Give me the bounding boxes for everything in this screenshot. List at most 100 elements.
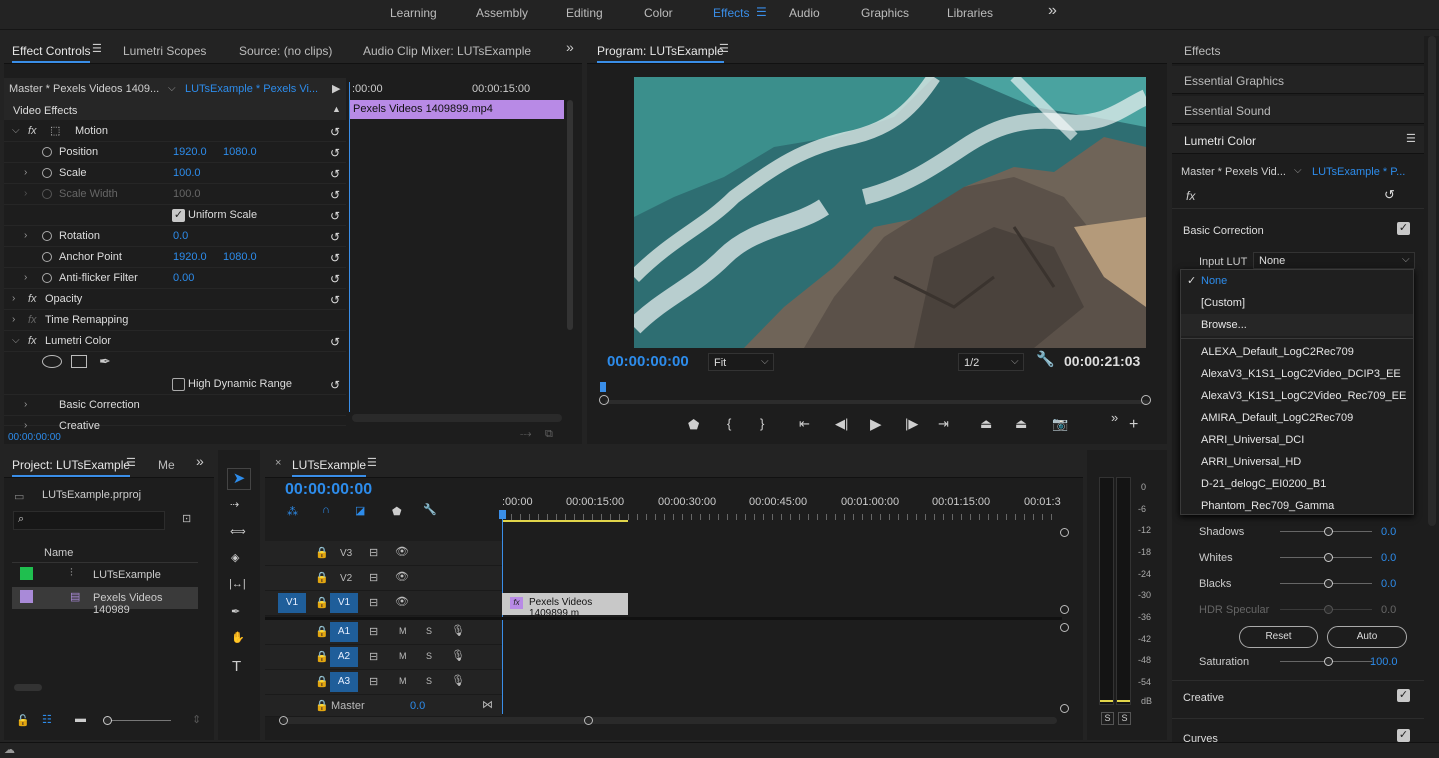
snap-icon[interactable]: ∩ <box>322 504 330 516</box>
mute-button[interactable]: M <box>399 626 407 636</box>
basic-correction-row[interactable]: › Basic Correction <box>4 395 346 416</box>
timeline-ruler[interactable]: :00:00 00:00:15:00 00:00:30:00 00:00:45:… <box>502 492 1062 524</box>
play-icon[interactable]: ▶ <box>870 415 882 433</box>
track-target-a3[interactable]: A3 <box>330 672 358 692</box>
time-remapping-row[interactable]: › fx Time Remapping <box>4 310 346 331</box>
shadows-value[interactable]: 0.0 <box>1381 526 1396 538</box>
mark-out-icon[interactable]: } <box>760 416 764 431</box>
lut-option[interactable]: AlexaV3_K1S1_LogC2Video_DCIP3_EE <box>1201 368 1401 380</box>
linked-selection-icon[interactable]: ◪ <box>355 504 365 517</box>
panel-menu-icon[interactable]: ☰ <box>719 42 729 55</box>
lut-option-browse-row[interactable]: Browse... <box>1181 314 1413 336</box>
lut-option-browse[interactable]: Browse... <box>1201 319 1247 331</box>
track-a2[interactable]: 🔒 A2 ⊟ M S 🎙 <box>265 645 502 670</box>
program-title[interactable]: Program: LUTsExample <box>597 44 724 63</box>
sync-lock-icon[interactable]: ⊟ <box>369 625 378 638</box>
panel-menu-icon[interactable]: ☰ <box>1406 132 1416 145</box>
eye-icon[interactable]: 👁 <box>395 570 409 583</box>
button-editor-icon[interactable]: + <box>1129 416 1138 434</box>
expand-icon[interactable]: ⌵ <box>12 125 20 136</box>
reset-icon[interactable]: ↺ <box>330 272 340 286</box>
rotation-value[interactable]: 0.0 <box>173 230 188 242</box>
tab-media[interactable]: Me <box>158 458 175 472</box>
input-lut-dropdown[interactable]: None ⌵ <box>1253 252 1415 269</box>
effects-panel-header[interactable]: Effects <box>1172 36 1424 64</box>
lock-icon[interactable]: 🔒 <box>315 571 329 584</box>
expand-icon[interactable]: ⌵ <box>12 335 20 346</box>
workspace-effects[interactable]: Effects <box>713 6 749 20</box>
lift-icon[interactable]: ⏏ <box>980 416 992 432</box>
timeline-title[interactable]: LUTsExample <box>292 458 367 477</box>
timeline-timecode[interactable]: 00:00:00:00 <box>285 481 372 499</box>
track-target-a2[interactable]: A2 <box>330 647 358 667</box>
panel-menu-icon[interactable]: ☰ <box>92 42 102 55</box>
track-target-v1[interactable]: V1 <box>330 593 358 613</box>
master-clip-label[interactable]: Master * Pexels Videos 1409... <box>9 83 159 95</box>
expand-icon[interactable]: › <box>12 293 15 304</box>
reset-icon[interactable]: ↺ <box>330 251 340 265</box>
lut-option[interactable]: ARRI_Universal_DCI <box>1201 434 1304 446</box>
microphone-icon[interactable]: 🎙 <box>451 674 465 687</box>
lut-option-none[interactable]: None <box>1201 275 1227 287</box>
lumetri-color-row[interactable]: ⌵ fx Lumetri Color ↺ <box>4 331 346 352</box>
go-to-out-icon[interactable]: ⇥ <box>938 416 949 432</box>
sync-lock-icon[interactable]: ⊟ <box>369 596 378 609</box>
cloud-sync-icon[interactable]: ☁ <box>4 743 15 756</box>
blacks-knob[interactable] <box>1324 579 1333 588</box>
reset-icon[interactable]: ↺ <box>330 209 340 223</box>
scroll-knob[interactable] <box>1060 605 1069 614</box>
auto-button[interactable]: Auto <box>1327 626 1407 648</box>
pen-tool-icon[interactable]: ✒ <box>231 605 240 618</box>
hdr-checkbox[interactable] <box>172 378 185 391</box>
export-frame-icon[interactable]: ⤏ <box>520 428 531 441</box>
basic-correction-title[interactable]: Basic Correction <box>1183 225 1264 237</box>
ripple-edit-tool-icon[interactable]: ⟺ <box>230 525 246 538</box>
go-to-in-icon[interactable]: ⇤ <box>799 416 810 432</box>
sync-lock-icon[interactable]: ⊟ <box>369 571 378 584</box>
solo-button[interactable]: S <box>426 626 432 636</box>
saturation-knob[interactable] <box>1324 657 1333 666</box>
workspace-color[interactable]: Color <box>644 6 673 20</box>
lut-option[interactable]: ARRI_Universal_HD <box>1201 456 1301 468</box>
lock-icon[interactable]: 🔒 <box>315 675 329 688</box>
microphone-icon[interactable]: 🎙 <box>451 649 465 662</box>
extract-icon[interactable]: ⏏ <box>1015 416 1027 432</box>
lock-icon[interactable]: 🔒 <box>315 699 329 712</box>
blacks-value[interactable]: 0.0 <box>1381 578 1396 590</box>
scroll-knob[interactable] <box>584 716 593 725</box>
creative-row[interactable]: › Creative <box>4 416 346 432</box>
label-color-swatch[interactable] <box>20 590 33 603</box>
curves-checkbox[interactable]: ✓ <box>1397 729 1410 742</box>
project-item-clip[interactable]: ▤ Pexels Videos 140989 <box>12 587 198 616</box>
work-area-bar[interactable] <box>502 520 628 522</box>
essential-graphics-header[interactable]: Essential Graphics <box>1172 66 1424 94</box>
scroll-knob[interactable] <box>1060 704 1069 713</box>
stopwatch-icon[interactable] <box>42 273 52 283</box>
sync-lock-icon[interactable]: ⊟ <box>369 546 378 559</box>
timeline-clip[interactable]: fx Pexels Videos 1409899.m <box>502 593 628 619</box>
wrench-icon[interactable]: 🔧 <box>1036 350 1055 368</box>
eye-icon[interactable]: 👁 <box>395 545 409 558</box>
workspace-menu-icon[interactable]: ☰ <box>756 5 767 19</box>
more-tabs-icon[interactable]: » <box>566 39 574 55</box>
slip-tool-icon[interactable]: |↔| <box>229 578 246 590</box>
scroll-knob[interactable] <box>1060 528 1069 537</box>
reset-icon[interactable]: ↺ <box>330 335 340 349</box>
sequence-clip-label[interactable]: LUTsExample * Pexels Vi... <box>185 83 318 95</box>
expand-icon[interactable]: › <box>24 167 27 178</box>
lut-option[interactable]: ALEXA_Default_LogC2Rec709 <box>1201 346 1354 358</box>
chevron-down-icon[interactable]: ⌵ <box>1294 165 1302 176</box>
mute-button[interactable]: M <box>399 676 407 686</box>
close-icon[interactable]: × <box>275 457 281 469</box>
track-v1[interactable]: V1 🔒 V1 ⊟ 👁 <box>265 591 502 616</box>
sort-icon[interactable]: ⇕ <box>192 713 201 726</box>
reset-icon[interactable]: ↺ <box>330 167 340 181</box>
mute-button[interactable]: M <box>399 651 407 661</box>
more-tabs-icon[interactable]: » <box>196 453 204 469</box>
ec-scrollbar[interactable] <box>567 100 573 330</box>
icon-view-icon[interactable]: ▬ <box>75 713 86 725</box>
play-clip-icon[interactable]: ▶ <box>332 82 340 95</box>
expand-icon[interactable]: › <box>24 420 27 431</box>
fx-icon[interactable]: fx <box>28 293 37 305</box>
add-marker-icon[interactable]: ⬟ <box>688 417 699 433</box>
